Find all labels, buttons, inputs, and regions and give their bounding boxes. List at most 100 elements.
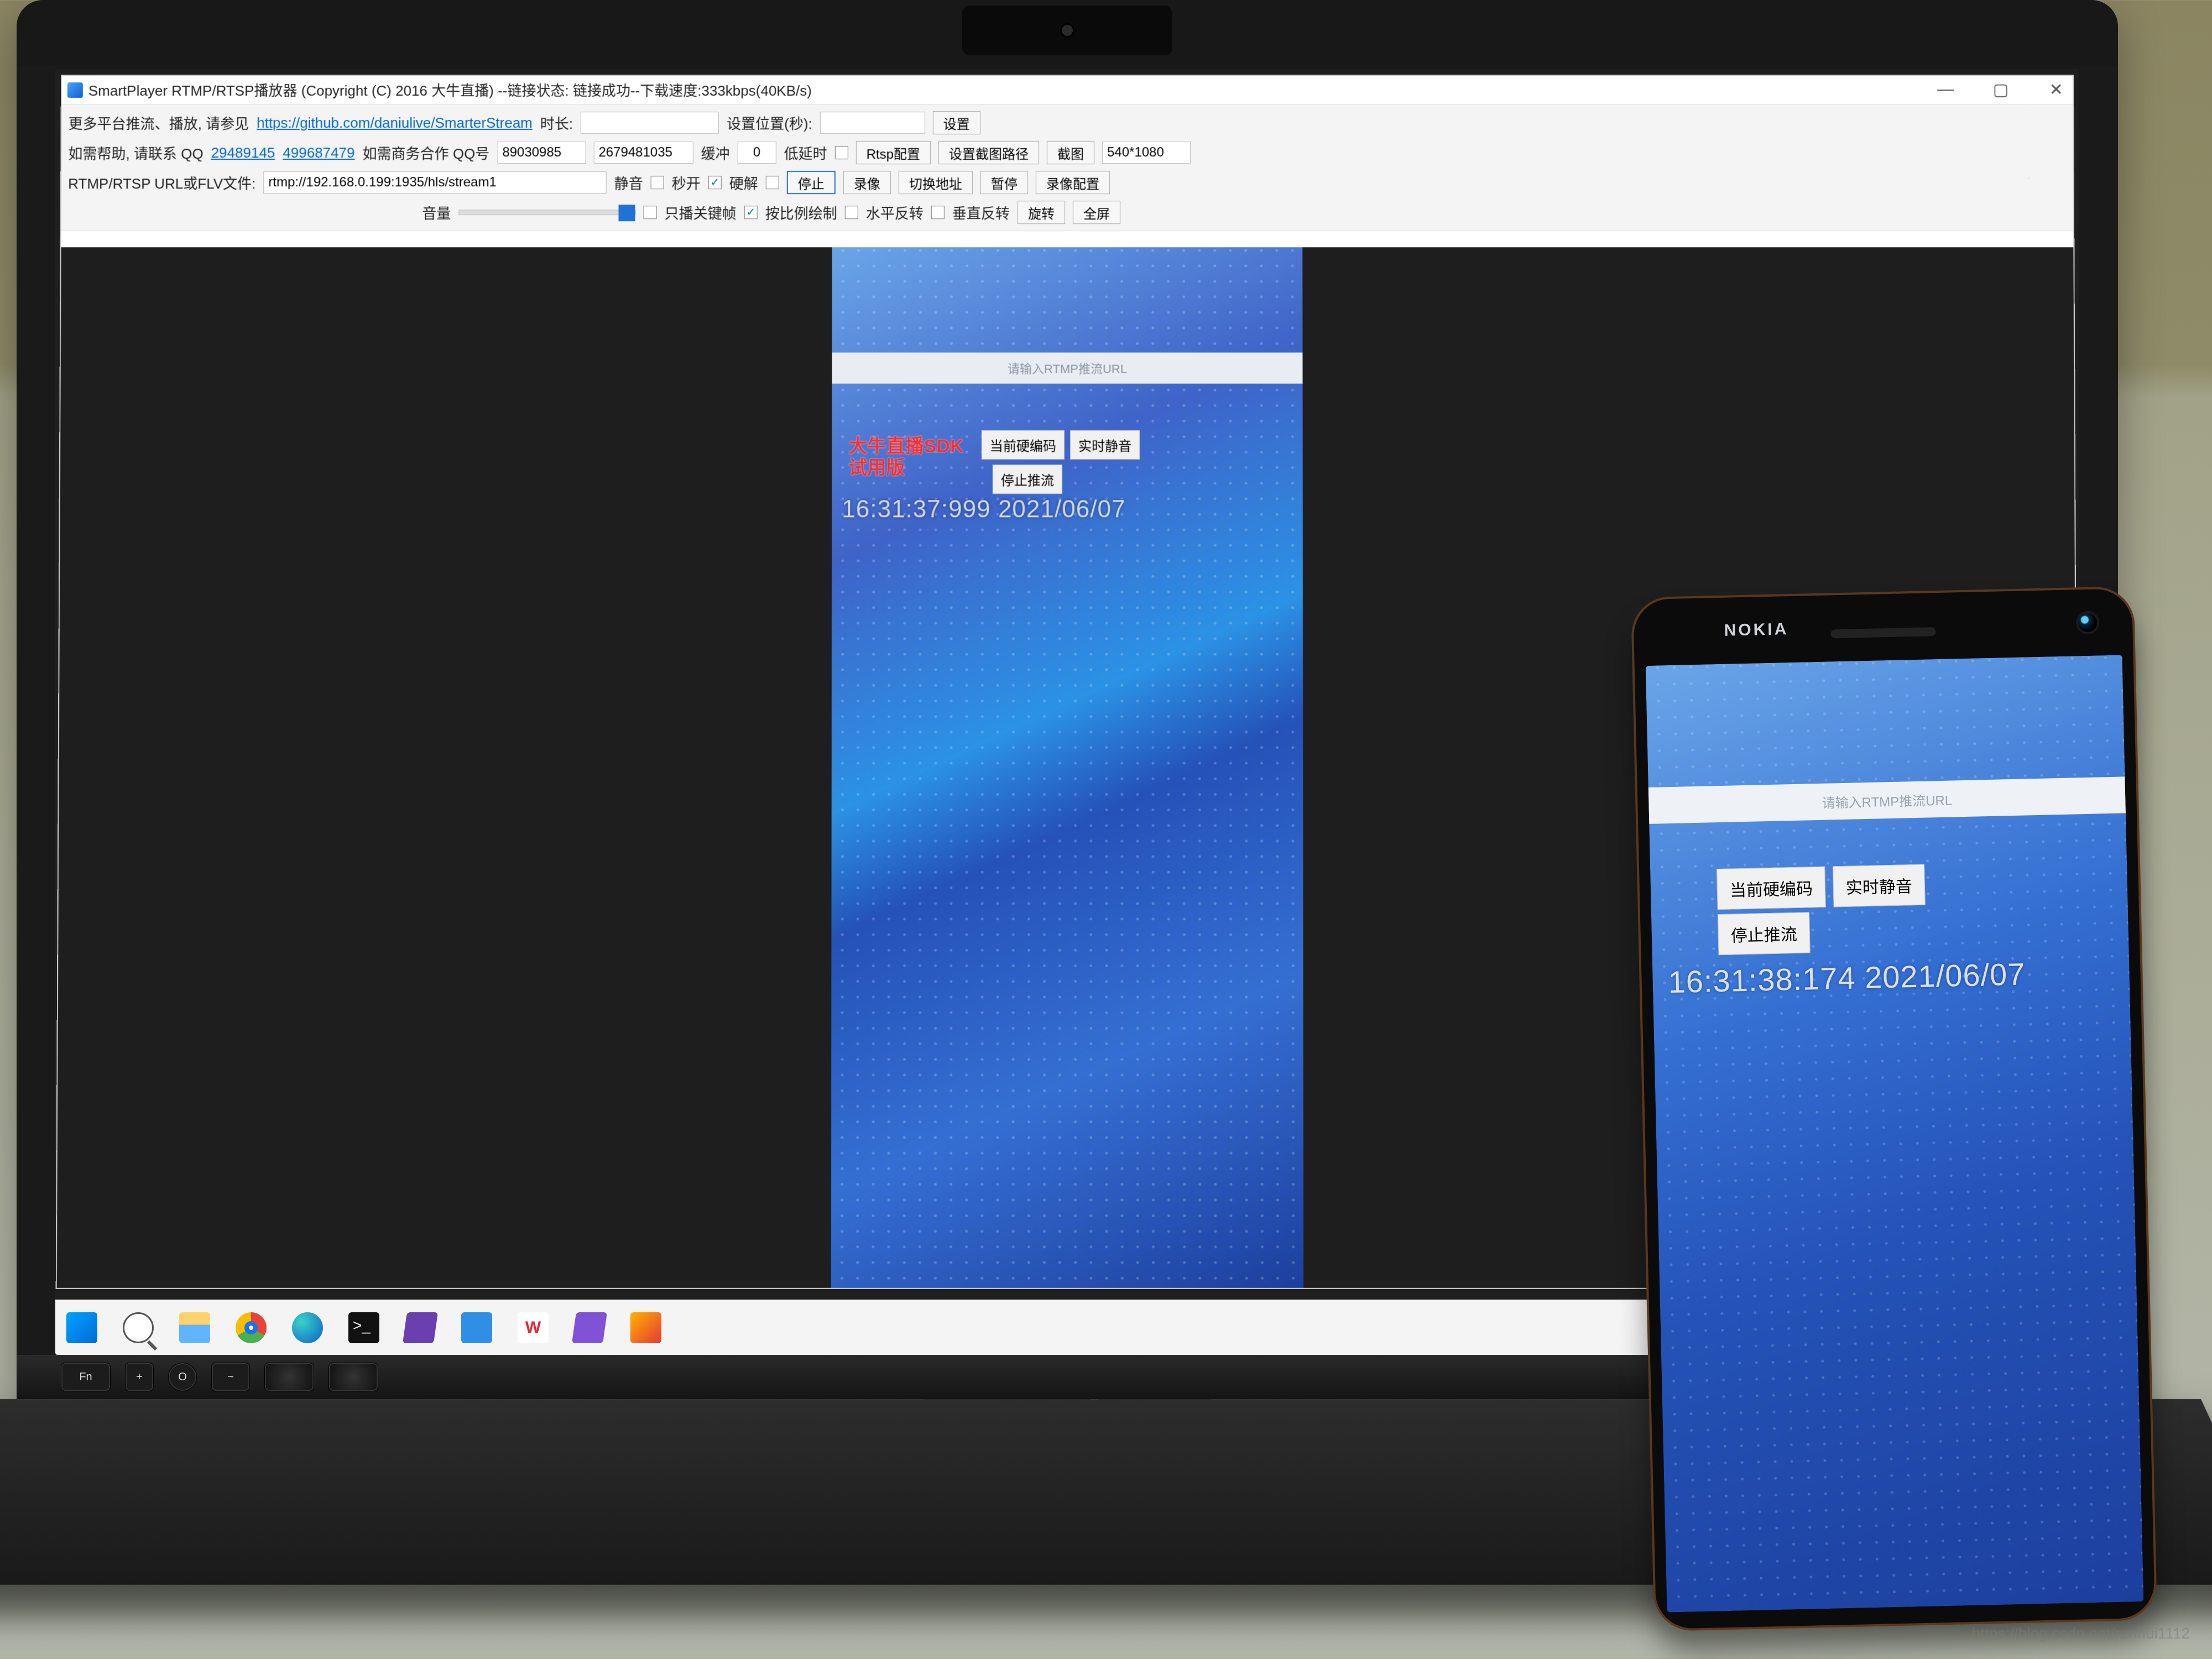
keyframe-label: 只播关键帧	[665, 202, 737, 223]
qq1-link[interactable]: 29489145	[211, 144, 275, 161]
start-icon[interactable]	[66, 1312, 97, 1343]
more-platforms-label: 更多平台推流、播放, 请参见	[69, 113, 249, 133]
earpiece-icon	[1830, 627, 1936, 638]
window-titlebar[interactable]: SmartPlayer RTMP/RTSP播放器 (Copyright (C) …	[62, 76, 2073, 105]
phone-top-bezel: NOKIA	[1633, 588, 2133, 666]
buffer-label: 缓冲	[701, 143, 729, 163]
duration-label: 时长:	[540, 113, 573, 133]
stream-timestamp: 16:31:37:999 2021/06/07	[842, 495, 1125, 523]
stream-url-input[interactable]	[263, 171, 606, 194]
image-watermark: https://blog.csdn.net/renhui1112	[1972, 1625, 2190, 1642]
key-fn-indicator-icon	[264, 1363, 314, 1391]
phone-timestamp: 16:31:38:174 2021/06/07	[1668, 956, 2026, 1000]
duration-input[interactable]	[581, 112, 719, 134]
hw-checkbox[interactable]	[766, 176, 779, 189]
window-controls: — ▢ ✕	[1934, 80, 2067, 100]
url-label: RTMP/RTSP URL或FLV文件:	[68, 173, 255, 193]
file-explorer-icon[interactable]	[179, 1312, 210, 1343]
phone-url-hint[interactable]: 请输入RTMP推流URL	[1648, 776, 2126, 824]
visual-studio-icon[interactable]	[403, 1312, 438, 1343]
toolbar-row-3: RTMP/RTSP URL或FLV文件: 静音 秒开 硬解 停止 录像 切换地址…	[68, 168, 2067, 197]
hflip-checkbox[interactable]	[845, 206, 858, 219]
terminal-icon[interactable]	[348, 1312, 379, 1343]
vflip-checkbox[interactable]	[931, 206, 945, 219]
volume-thumb[interactable]	[619, 205, 635, 221]
front-camera-icon	[2076, 611, 2100, 634]
close-button[interactable]: ✕	[2045, 80, 2067, 100]
ratio-checkbox[interactable]	[744, 206, 758, 219]
sdk-watermark: 大牛直播SDK 试用版	[848, 436, 963, 479]
video-stream: 请输入RTMP推流URL 大牛直播SDK 试用版 当前硬编码 实时静音 停止推流…	[831, 247, 1303, 1288]
key-plus: +	[125, 1363, 154, 1391]
mail-icon[interactable]	[461, 1312, 492, 1343]
biz-qq1-input[interactable]	[497, 142, 586, 164]
switch-url-button[interactable]: 切换地址	[899, 171, 973, 194]
record-button[interactable]: 录像	[843, 171, 891, 194]
webcam-lens-icon	[1060, 23, 1074, 38]
phone-stop-button[interactable]: 停止推流	[1718, 912, 1811, 955]
instant-checkbox[interactable]	[708, 176, 722, 189]
mute-label: 静音	[614, 173, 643, 193]
stream-hw-button[interactable]: 当前硬编码	[982, 430, 1065, 460]
key-fn-indicator2-icon	[328, 1363, 378, 1391]
toolbar-row-1: 更多平台推流、播放, 请参见 https://github.com/daniul…	[69, 108, 2067, 138]
key-tilde: ~	[211, 1363, 250, 1391]
set-capture-path-button[interactable]: 设置截图路径	[938, 141, 1039, 164]
key-fn: Fn	[61, 1363, 111, 1391]
setpos-label: 设置位置(秒):	[727, 113, 812, 133]
toolbar-row-2: 如需帮助, 请联系 QQ 29489145 499687479 如需商务合作 Q…	[68, 138, 2066, 168]
app-icon	[67, 82, 83, 97]
lowlat-label: 低延时	[784, 143, 827, 163]
phone-hw-button[interactable]: 当前硬编码	[1717, 867, 1826, 910]
stop-button[interactable]: 停止	[787, 171, 836, 194]
keyframe-checkbox[interactable]	[644, 206, 657, 219]
help-label: 如需帮助, 请联系 QQ	[68, 143, 203, 163]
qq2-link[interactable]: 499687479	[283, 144, 354, 161]
key-o: O	[168, 1363, 197, 1391]
webcam-notch	[962, 6, 1172, 55]
stream-url-hint: 请输入RTMP推流URL	[832, 353, 1302, 384]
capture-button[interactable]: 截图	[1047, 141, 1094, 164]
set-button[interactable]: 设置	[933, 111, 980, 134]
phone-brand: NOKIA	[1724, 620, 1788, 640]
chrome-icon[interactable]	[236, 1312, 267, 1343]
phone-mute-button[interactable]: 实时静音	[1833, 864, 1926, 907]
pause-button[interactable]: 暂停	[980, 171, 1028, 194]
hw-label: 硬解	[729, 173, 758, 193]
resolution-input[interactable]	[1102, 142, 1191, 164]
fullscreen-button[interactable]: 全屏	[1073, 201, 1120, 224]
biz-label: 如需商务合作 QQ号	[362, 143, 489, 163]
edge-icon[interactable]	[292, 1312, 323, 1343]
toolbar: 更多平台推流、播放, 请参见 https://github.com/daniul…	[61, 105, 2073, 231]
window-title: SmartPlayer RTMP/RTSP播放器 (Copyright (C) …	[88, 80, 812, 100]
phone-screen[interactable]: 请输入RTMP推流URL 当前硬编码 实时静音 停止推流 16:31:38:17…	[1646, 655, 2144, 1612]
wps-icon[interactable]: W	[518, 1312, 549, 1343]
record-config-button[interactable]: 录像配置	[1036, 171, 1110, 194]
github-link[interactable]: https://github.com/daniulive/SmarterStre…	[257, 114, 533, 132]
phone-frame: NOKIA 请输入RTMP推流URL 当前硬编码 实时静音 停止推流 16:31…	[1631, 586, 2157, 1631]
toolbar-row-4: 音量 只播关键帧 按比例绘制 水平反转 垂直反转 旋转 全屏	[68, 197, 2067, 227]
wm-line2: 试用版	[848, 457, 905, 478]
hflip-label: 水平反转	[866, 202, 924, 223]
setpos-input[interactable]	[820, 112, 925, 134]
volume-label: 音量	[422, 202, 451, 223]
lowlat-checkbox[interactable]	[835, 146, 848, 159]
stream-mute-button[interactable]: 实时静音	[1070, 430, 1140, 460]
biz-qq2-input[interactable]	[593, 142, 693, 164]
ratio-label: 按比例绘制	[765, 202, 837, 223]
buffer-input[interactable]	[737, 142, 776, 164]
minimize-button[interactable]: —	[1934, 80, 1957, 100]
wm-line1: 大牛直播SDK	[848, 436, 963, 457]
volume-slider[interactable]	[458, 210, 635, 215]
vflip-label: 垂直反转	[952, 202, 1010, 223]
search-icon[interactable]	[123, 1312, 154, 1343]
stream-stop-button[interactable]: 停止推流	[993, 465, 1062, 494]
laptop-bezel	[17, 0, 2118, 66]
rtsp-config-button[interactable]: Rtsp配置	[856, 141, 931, 164]
maximize-button[interactable]: ▢	[1990, 80, 2012, 100]
mute-checkbox[interactable]	[651, 176, 664, 189]
app-misc-icon[interactable]	[630, 1312, 661, 1343]
instant-label: 秒开	[672, 173, 701, 193]
visual-studio-alt-icon[interactable]	[572, 1312, 607, 1343]
rotate-button[interactable]: 旋转	[1018, 201, 1065, 224]
